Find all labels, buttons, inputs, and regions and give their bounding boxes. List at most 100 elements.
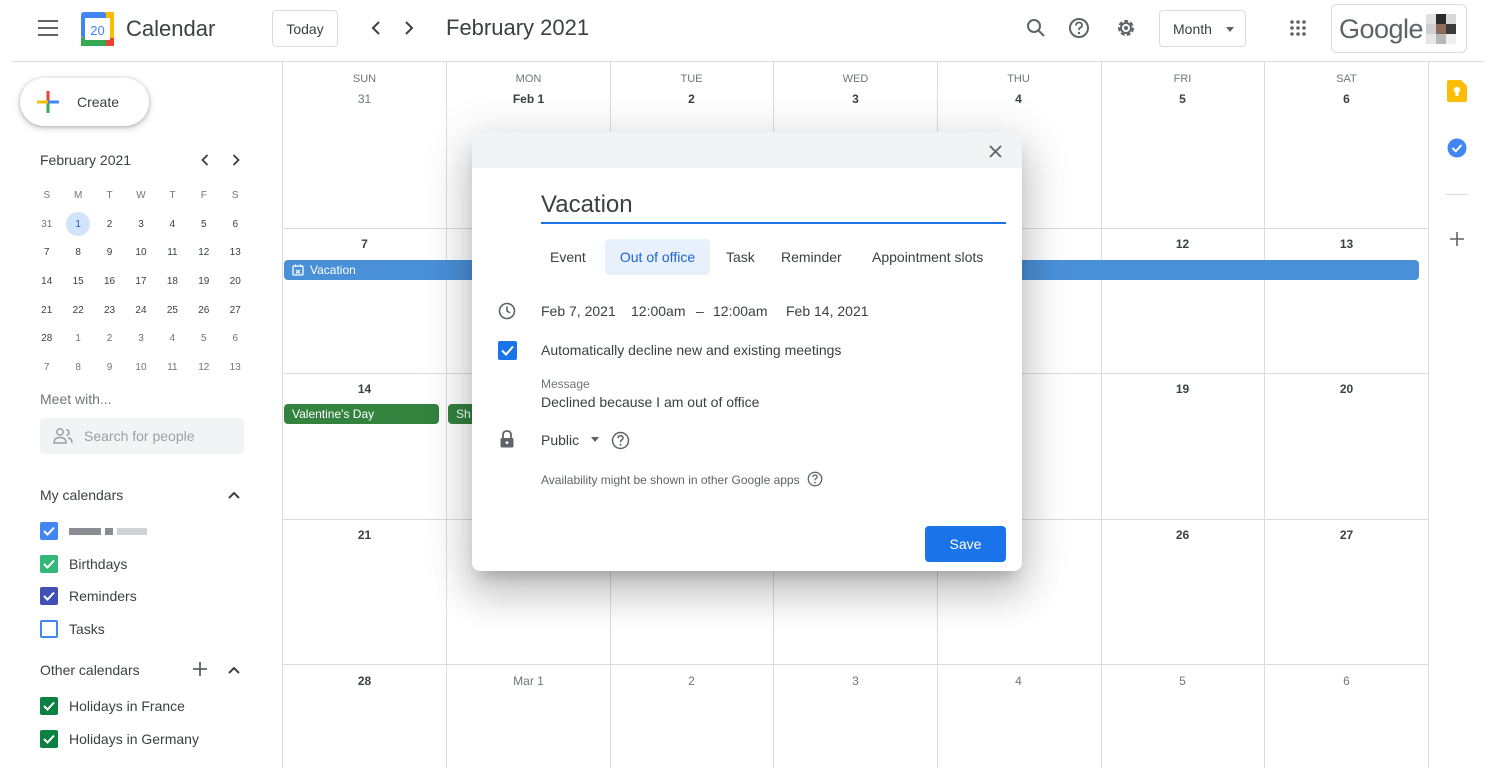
calendar-item-personal[interactable] [40,520,151,542]
mini-day[interactable]: 12 [188,355,219,379]
calendar-item-holidays-germany[interactable]: Holidays in Germany [40,728,199,750]
mini-day[interactable]: 6 [220,327,251,351]
mini-day[interactable]: 11 [157,241,188,265]
day-number[interactable]: 4 [937,674,1100,688]
tab-event[interactable]: Event [542,239,594,275]
mini-day[interactable]: 4 [157,212,188,236]
day-number[interactable]: Feb 1 [447,92,610,106]
day-number[interactable]: 19 [1101,382,1264,396]
start-time[interactable]: 12:00am [631,303,685,319]
mini-day[interactable]: 22 [62,298,93,322]
mini-day[interactable]: 17 [125,269,156,293]
checkbox[interactable] [40,620,58,638]
get-addons-button[interactable] [1446,228,1468,250]
tab-out-of-office[interactable]: Out of office [605,239,710,275]
save-button[interactable]: Save [925,526,1006,562]
mini-day[interactable]: 21 [31,298,62,322]
visibility-select[interactable]: Public [541,432,600,448]
day-number[interactable]: 3 [774,92,937,106]
add-other-calendar-button[interactable] [191,660,209,678]
day-number[interactable]: 4 [937,92,1100,106]
my-calendars-heading[interactable]: My calendars [40,487,123,503]
search-button[interactable] [1022,14,1050,42]
mini-day[interactable]: 26 [188,298,219,322]
collapse-my-calendars-button[interactable] [225,486,243,504]
visibility-help-button[interactable] [610,430,630,450]
mini-day-selected[interactable]: 1 [62,212,93,237]
event-title-input[interactable] [541,188,1006,224]
mini-day[interactable]: 11 [157,355,188,379]
calendar-item-holidays-france[interactable]: Holidays in France [40,695,185,717]
day-number[interactable]: 20 [1265,382,1428,396]
checkbox[interactable] [40,522,58,540]
day-number[interactable]: 26 [1101,528,1264,542]
day-number[interactable]: 27 [1265,528,1428,542]
mini-day[interactable]: 31 [31,212,62,236]
mini-day[interactable]: 8 [62,355,93,379]
mini-day[interactable]: 23 [94,298,125,322]
mini-day[interactable]: 2 [94,212,125,236]
checkbox[interactable] [40,697,58,715]
dialog-drag-bar[interactable] [472,132,1022,168]
search-people-input[interactable]: Search for people [40,418,244,454]
end-date[interactable]: Feb 14, 2021 [786,303,869,319]
keep-button[interactable] [1446,80,1468,102]
help-icon[interactable] [807,471,823,487]
mini-day[interactable]: 20 [220,269,251,293]
mini-day[interactable]: 7 [31,355,62,379]
mini-day[interactable]: 19 [188,269,219,293]
checkbox[interactable] [40,555,58,573]
view-selector[interactable]: Month [1159,10,1246,47]
checkbox[interactable] [40,587,58,605]
mini-day[interactable]: 27 [220,298,251,322]
auto-decline-label[interactable]: Automatically decline new and existing m… [541,342,841,358]
day-number[interactable]: 28 [283,674,446,688]
mini-day[interactable]: 3 [125,212,156,236]
mini-day[interactable]: 18 [157,269,188,293]
help-button[interactable] [1065,14,1093,42]
mini-day[interactable]: 3 [125,327,156,351]
close-button[interactable] [984,140,1006,162]
day-number[interactable]: 2 [610,674,773,688]
calendar-item-birthdays[interactable]: Birthdays [40,553,127,575]
mini-day[interactable]: 25 [157,298,188,322]
event-valentines-day[interactable]: Valentine's Day [284,404,439,424]
mini-day[interactable]: 24 [125,298,156,322]
mini-day[interactable]: 9 [94,241,125,265]
mini-day[interactable]: 16 [94,269,125,293]
mini-day[interactable]: 4 [157,327,188,351]
day-number[interactable]: 2 [610,92,773,106]
collapse-other-calendars-button[interactable] [225,661,243,679]
next-period-button[interactable] [395,14,423,42]
mini-day[interactable]: 5 [188,212,219,236]
mini-day[interactable]: 10 [125,355,156,379]
avatar[interactable] [1426,14,1456,44]
other-calendars-heading[interactable]: Other calendars [40,662,140,678]
day-number[interactable]: 6 [1265,92,1428,106]
today-button[interactable]: Today [272,10,338,47]
calendar-item-reminders[interactable]: Reminders [40,585,137,607]
mini-day[interactable]: 14 [31,269,62,293]
mini-day[interactable]: 13 [220,355,251,379]
previous-period-button[interactable] [362,14,390,42]
mini-day[interactable]: 12 [188,241,219,265]
day-number[interactable]: Mar 1 [447,674,610,688]
checkbox[interactable] [40,730,58,748]
day-number[interactable]: 5 [1101,92,1264,106]
mini-day[interactable]: 10 [125,241,156,265]
account-switcher[interactable]: Google [1331,4,1467,53]
day-number[interactable]: 21 [283,528,446,542]
mini-day[interactable]: 6 [220,212,251,236]
decline-checkbox[interactable] [497,340,517,360]
settings-button[interactable] [1112,14,1140,42]
day-number[interactable]: 14 [283,382,446,396]
mini-day[interactable]: 1 [62,327,93,351]
day-number[interactable]: 13 [1265,237,1428,251]
mini-day[interactable]: 15 [62,269,93,293]
tab-reminder[interactable]: Reminder [773,239,850,275]
mini-day[interactable]: 8 [62,241,93,265]
mini-prev-month-button[interactable] [196,151,214,169]
calendar-item-tasks[interactable]: Tasks [40,618,105,640]
menu-icon[interactable] [38,20,58,36]
start-date[interactable]: Feb 7, 2021 [541,303,616,319]
